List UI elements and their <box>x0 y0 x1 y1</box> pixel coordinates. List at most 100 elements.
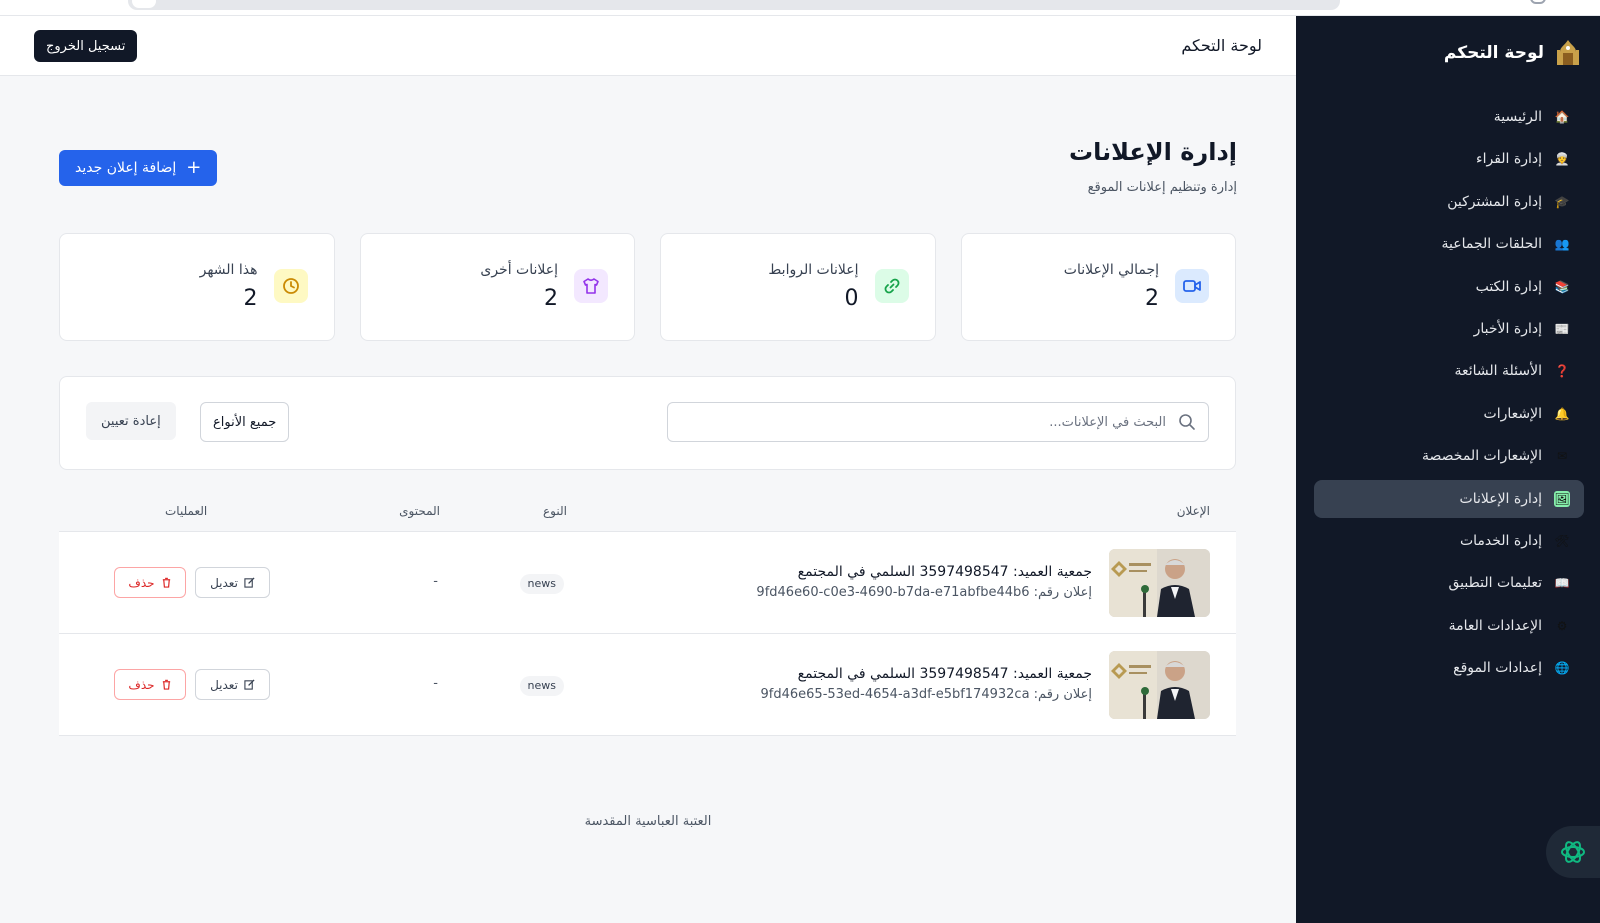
bell-icon: 🔔 <box>1554 406 1570 421</box>
assistant-button[interactable] <box>1546 826 1600 878</box>
trash-icon <box>162 679 170 690</box>
sidebar-item-label: تعليمات التطبيق <box>1448 575 1543 592</box>
address-bar[interactable] <box>128 0 1340 10</box>
edit-label: تعديل <box>210 575 238 590</box>
sidebar-item-label: الإعدادات العامة <box>1448 617 1542 634</box>
sidebar-item[interactable]: 👥 الحلقات الجماعية <box>1314 225 1584 263</box>
sidebar-item-label: الرئيسية <box>1493 109 1542 125</box>
header-content: المحتوى <box>399 504 440 518</box>
sidebar-item-label: الإشعارات <box>1483 405 1542 422</box>
edit-label: تعديل <box>210 677 238 692</box>
table-row: جمعية العميد: 3597498547 السلمي في المجت… <box>59 634 1236 736</box>
envelope-icon: ✉ <box>1556 449 1568 464</box>
book-icon: 📖 <box>1554 576 1570 591</box>
edit-button[interactable]: تعديل <box>195 669 270 700</box>
ads-table: الإعلان النوع المحتوى العمليات جمعية الع… <box>59 492 1236 736</box>
assistant-icon <box>1561 841 1585 863</box>
sidebar-item[interactable]: 📚 إدارة الكتب <box>1314 268 1584 306</box>
sidebar-item[interactable]: ❓ الأسئلة الشائعة <box>1314 352 1584 390</box>
sidebar-item[interactable]: 🏠 الرئيسية <box>1314 98 1584 136</box>
stat-card-other: إعلانات أخرى 2 <box>359 233 635 341</box>
type-filter-select[interactable]: جميع الأنواع <box>200 402 290 442</box>
question-icon: ❓ <box>1554 364 1570 379</box>
add-ad-button[interactable]: + إضافة إعلان جديد <box>59 150 218 186</box>
tools-icon: 🛠 <box>1554 533 1570 548</box>
sidebar-item[interactable]: 🛠 إدارة الخدمات <box>1314 522 1584 560</box>
stat-value: 0 <box>844 286 859 311</box>
ad-id: إعلان رقم: 9fd46e60-c0e3-4690-b7da-e71ab… <box>756 585 1092 600</box>
address-bar-button[interactable] <box>132 0 156 8</box>
stat-card-total: إجمالي الإعلانات 2 <box>960 233 1236 341</box>
sidebar-brand: لوحة التحكم <box>1444 38 1582 68</box>
ad-title: جمعية العميد: 3597498547 السلمي في المجت… <box>797 666 1092 682</box>
ad-thumbnail <box>1109 651 1210 719</box>
sidebar-item-label: الحلقات الجماعية <box>1441 236 1542 253</box>
sidebar-item-label: إدارة الكتب <box>1475 278 1542 295</box>
delete-button[interactable]: حذف <box>114 669 186 700</box>
sidebar-item[interactable]: 📖 تعليمات التطبيق <box>1314 564 1584 602</box>
table-header: الإعلان النوع المحتوى العمليات <box>59 492 1236 532</box>
group-icon: 👥 <box>1554 237 1570 252</box>
browser-address-strip <box>0 0 1600 16</box>
edit-icon <box>244 577 255 588</box>
shirt-icon <box>574 269 608 303</box>
sidebar-item[interactable]: 📰 إدارة الأخبار <box>1314 310 1584 348</box>
sidebar-item[interactable]: 👳 إدارة القراء <box>1314 140 1584 178</box>
sidebar-item-label: إدارة المشتركين <box>1447 193 1542 210</box>
footer-text: العتبة العباسية المقدسة <box>584 814 712 829</box>
search-box <box>667 402 1209 442</box>
content-cell: - <box>433 676 438 691</box>
sidebar-item[interactable]: 🔔 الإشعارات <box>1314 395 1584 433</box>
sidebar-item[interactable]: 🎓 إدارة المشتركين <box>1314 183 1584 221</box>
sidebar-item[interactable]: 🌐 إعدادات الموقع <box>1314 649 1584 687</box>
ad-title: جمعية العميد: 3597498547 السلمي في المجت… <box>797 564 1092 580</box>
add-ad-label: إضافة إعلان جديد <box>75 160 177 176</box>
stats-row: إجمالي الإعلانات 2 إعلانات الروابط 0 إعل… <box>59 233 1236 341</box>
ad-id: إعلان رقم: 9fd46e65-53ed-4654-a3df-e5bf1… <box>760 687 1092 702</box>
main-content: إدارة الإعلانات إدارة وتنظيم إعلانات الم… <box>0 76 1296 923</box>
page-title: إدارة الإعلانات <box>1069 138 1237 166</box>
sidebar-item-label: إدارة القراء <box>1476 151 1542 168</box>
reset-button[interactable]: إعادة تعيين <box>86 402 176 440</box>
stat-card-links: إعلانات الروابط 0 <box>660 233 936 341</box>
table-body: جمعية العميد: 3597498547 السلمي في المجت… <box>59 532 1236 736</box>
trash-icon <box>162 577 170 588</box>
type-badge: news <box>519 676 564 696</box>
delete-button[interactable]: حذف <box>114 567 186 598</box>
clock-icon <box>273 269 308 303</box>
sidebar-item[interactable]: ✉ الإشعارات المخصصة <box>1314 437 1584 475</box>
sidebar-item[interactable]: 🖼 إدارة الإعلانات <box>1314 479 1584 518</box>
student-icon: 🎓 <box>1554 194 1570 209</box>
sidebar-item-label: الإشعارات المخصصة <box>1422 448 1542 465</box>
stat-label: إعلانات أخرى <box>480 262 558 278</box>
header-type: النوع <box>543 504 567 518</box>
globe-icon: 🌐 <box>1554 661 1570 676</box>
books-icon: 📚 <box>1554 279 1570 294</box>
edit-button[interactable]: تعديل <box>195 567 270 598</box>
ad-thumbnail <box>1109 549 1210 617</box>
house-icon: 🏠 <box>1554 110 1570 124</box>
sidebar-item[interactable]: ⚙ الإعدادات العامة <box>1314 607 1584 645</box>
reader-icon: 👳 <box>1554 152 1570 167</box>
content-cell: - <box>433 574 438 589</box>
search-input[interactable] <box>668 403 1208 441</box>
stat-value: 2 <box>544 286 558 311</box>
stat-label: إجمالي الإعلانات <box>1063 262 1159 278</box>
top-header: لوحة التحكم تسجيل الخروج <box>0 16 1296 76</box>
picture-icon: 🖼 <box>1554 490 1570 507</box>
header-title: لوحة التحكم <box>1181 36 1262 55</box>
delete-label: حذف <box>128 677 155 692</box>
logout-button[interactable]: تسجيل الخروج <box>34 30 138 62</box>
stat-value: 2 <box>243 286 258 311</box>
filter-card: جميع الأنواع إعادة تعيين <box>59 376 1236 470</box>
table-row: جمعية العميد: 3597498547 السلمي في المجت… <box>59 532 1236 634</box>
plus-icon: + <box>186 157 202 178</box>
sidebar-item-label: إعدادات الموقع <box>1453 660 1542 677</box>
page-subtitle: إدارة وتنظيم إعلانات الموقع <box>1087 180 1237 195</box>
profile-icon[interactable] <box>1530 0 1546 4</box>
stat-label: إعلانات الروابط <box>768 262 859 278</box>
edit-icon <box>244 679 255 690</box>
gear-icon: ⚙ <box>1556 618 1568 633</box>
delete-label: حذف <box>128 575 155 590</box>
sidebar: لوحة التحكم 🏠 الرئيسية 👳 إدارة القراء 🎓 إدارة… <box>1296 16 1600 923</box>
